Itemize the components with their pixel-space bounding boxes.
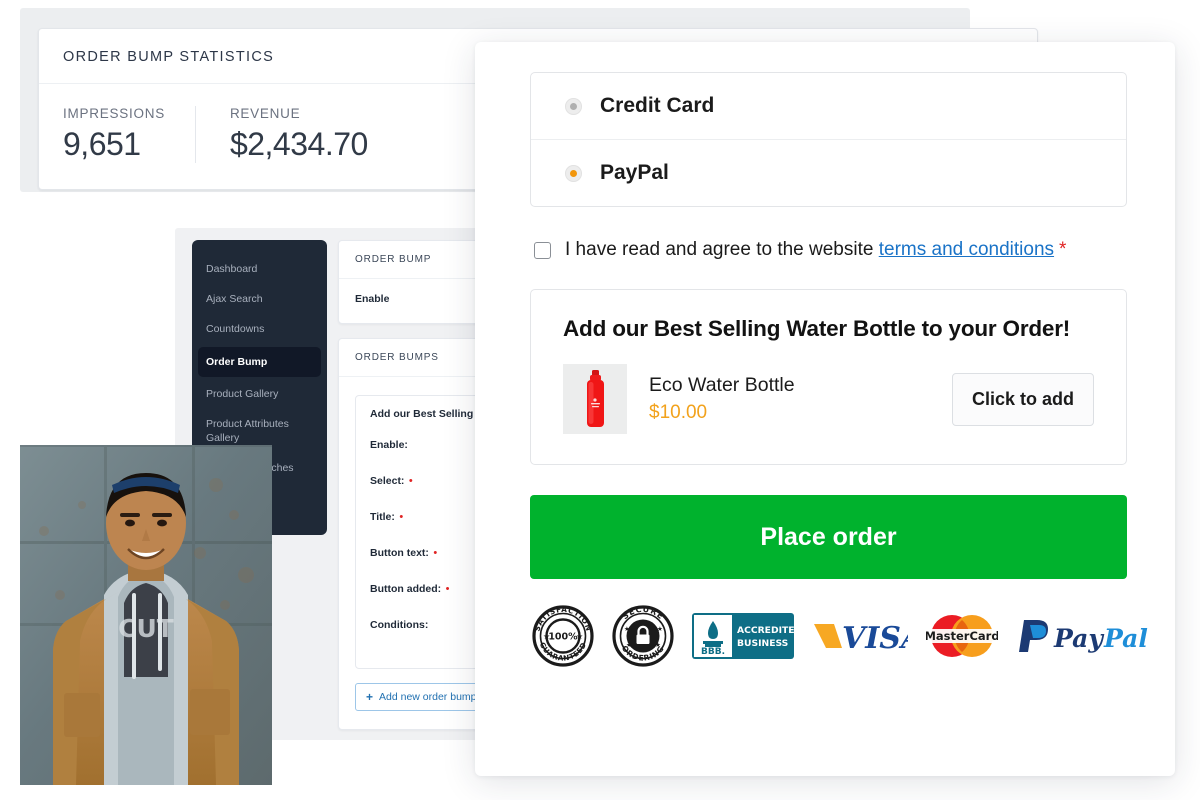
required-asterisk: • bbox=[433, 547, 438, 559]
product-info: Eco Water Bottle $10.00 bbox=[649, 374, 952, 424]
metric-impressions: IMPRESSIONS 9,651 bbox=[39, 106, 195, 163]
sidebar-item-dashboard[interactable]: Dashboard bbox=[192, 254, 327, 284]
svg-text:CUT: CUT bbox=[118, 614, 174, 643]
product-price: $10.00 bbox=[649, 402, 708, 423]
sidebar-item-product-gallery[interactable]: Product Gallery bbox=[192, 379, 327, 409]
svg-text:Pay: Pay bbox=[1053, 624, 1104, 653]
required-asterisk: • bbox=[445, 583, 450, 595]
paypal-badge: Pay Pal bbox=[1016, 616, 1158, 661]
order-bump-offer-title: Add our Best Selling Water Bottle to you… bbox=[563, 316, 1071, 341]
payment-method-credit-card[interactable]: Credit Card bbox=[531, 73, 1126, 139]
radio-credit-card[interactable] bbox=[565, 97, 582, 115]
sidebar-item-order-bump[interactable]: Order Bump bbox=[198, 346, 321, 377]
svg-text:BBB.: BBB. bbox=[701, 647, 725, 657]
add-new-order-bump-label: Add new order bump bbox=[379, 691, 477, 703]
field-label: Select: bbox=[370, 475, 405, 487]
customer-photo: CUT bbox=[20, 445, 272, 785]
photo-illustration: CUT bbox=[20, 445, 272, 785]
product-thumbnail bbox=[563, 364, 627, 434]
svg-text:★: ★ bbox=[624, 625, 630, 633]
checkout-panel: Credit Card PayPal I have read and agree… bbox=[475, 42, 1175, 776]
svg-text:MasterCard: MasterCard bbox=[926, 629, 998, 643]
svg-text:Pal: Pal bbox=[1103, 624, 1148, 653]
place-order-button[interactable]: Place order bbox=[530, 495, 1127, 579]
metric-revenue: REVENUE $2,434.70 bbox=[194, 106, 398, 163]
sidebar-item-ajax-search[interactable]: Ajax Search bbox=[192, 284, 327, 314]
plus-icon: + bbox=[366, 690, 374, 704]
field-label: Button text: bbox=[370, 547, 429, 559]
sidebar-item-countdowns[interactable]: Countdowns bbox=[192, 314, 327, 344]
payment-method-label: PayPal bbox=[600, 161, 669, 184]
svg-text:★: ★ bbox=[657, 625, 663, 633]
mastercard-badge: MasterCard bbox=[924, 613, 1000, 664]
add-new-order-bump-button[interactable]: + Add new order bump bbox=[355, 683, 488, 711]
field-label: Enable: bbox=[370, 439, 408, 451]
click-to-add-button[interactable]: Click to add bbox=[951, 372, 1094, 426]
secure-ordering-badge: SECURE ORDERING ★ ★ ★ ★ bbox=[612, 605, 674, 672]
order-bump-offer-body: Eco Water Bottle $10.00 Click to add bbox=[563, 364, 1094, 434]
svg-text:★: ★ bbox=[626, 641, 632, 649]
terms-required-asterisk: * bbox=[1059, 239, 1067, 260]
terms-checkbox[interactable] bbox=[534, 241, 551, 259]
terms-agreement-row: I have read and agree to the website ter… bbox=[534, 239, 1127, 261]
svg-text:ACCREDITED: ACCREDITED bbox=[737, 625, 794, 636]
metric-label: IMPRESSIONS bbox=[63, 106, 165, 121]
visa-badge: VISA bbox=[812, 618, 924, 659]
radio-paypal[interactable] bbox=[565, 164, 582, 182]
payment-method-label: Credit Card bbox=[600, 94, 715, 117]
order-bump-offer-box: Add our Best Selling Water Bottle to you… bbox=[530, 289, 1127, 465]
trust-badges-row: SATISFACTION GUARANTEED 100% ★ ★ SECURE … bbox=[530, 605, 1148, 672]
required-asterisk: • bbox=[399, 511, 404, 523]
payment-method-paypal[interactable]: PayPal bbox=[531, 139, 1126, 206]
terms-text: I have read and agree to the website ter… bbox=[565, 239, 1066, 261]
metric-value: 9,651 bbox=[63, 126, 141, 162]
payment-methods-box: Credit Card PayPal bbox=[530, 72, 1127, 207]
svg-text:100%: 100% bbox=[548, 632, 578, 643]
radio-dot bbox=[570, 102, 577, 110]
bbb-accredited-business-badge: BBB. ACCREDITED BUSINESS bbox=[692, 613, 803, 664]
product-name: Eco Water Bottle bbox=[649, 374, 795, 396]
screenshot-stage: ORDER BUMP STATISTICS IMPRESSIONS 9,651 … bbox=[0, 0, 1200, 800]
svg-text:★: ★ bbox=[655, 641, 661, 649]
water-bottle-icon bbox=[587, 370, 604, 427]
required-asterisk: • bbox=[408, 475, 413, 487]
radio-dot bbox=[570, 169, 577, 177]
field-label: Title: bbox=[370, 511, 395, 523]
terms-text-before: I have read and agree to the website bbox=[565, 239, 874, 260]
satisfaction-guaranteed-badge: SATISFACTION GUARANTEED 100% ★ ★ bbox=[532, 605, 594, 672]
svg-text:★: ★ bbox=[576, 632, 583, 641]
field-label: Conditions: bbox=[370, 619, 429, 631]
svg-text:VISA: VISA bbox=[842, 621, 908, 654]
svg-text:★: ★ bbox=[543, 632, 550, 641]
metric-value: $2,434.70 bbox=[229, 126, 368, 162]
field-label: Button added: bbox=[370, 583, 442, 595]
svg-text:SECURE: SECURE bbox=[621, 605, 666, 621]
metric-label: REVENUE bbox=[229, 106, 301, 121]
svg-text:BUSINESS: BUSINESS bbox=[737, 638, 788, 649]
terms-and-conditions-link[interactable]: terms and conditions bbox=[879, 239, 1054, 260]
